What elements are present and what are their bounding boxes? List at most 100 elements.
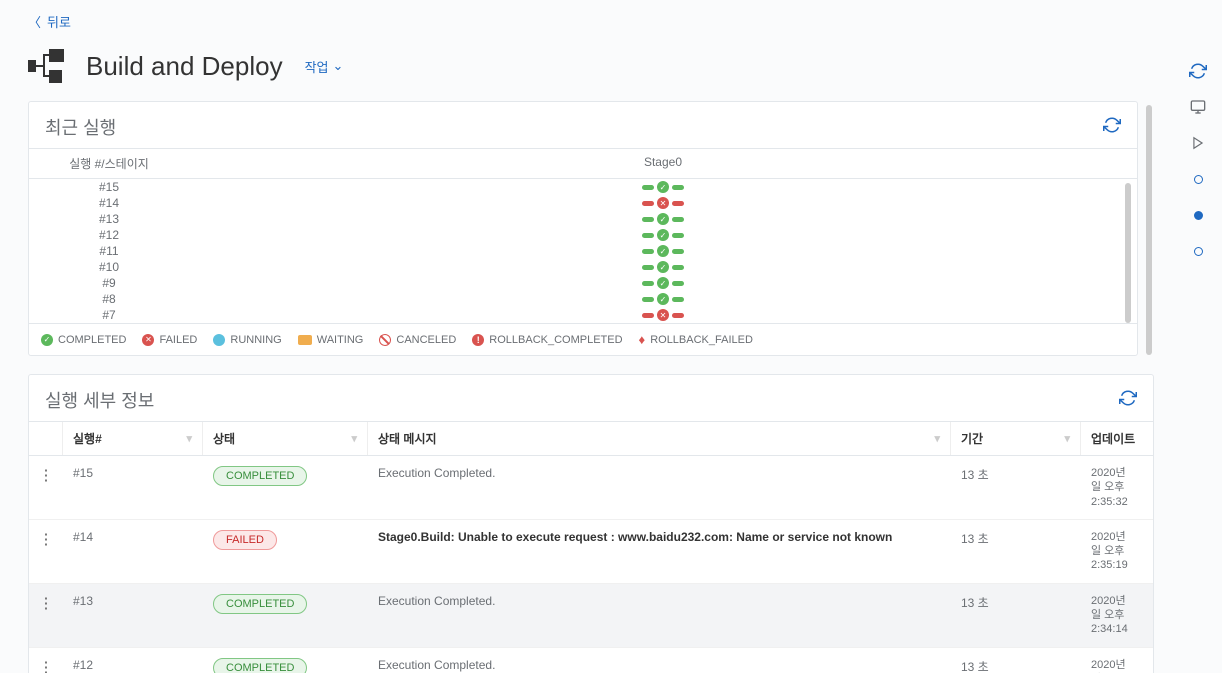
refresh-button-global[interactable] — [1189, 62, 1207, 80]
recent-exec-num: #13 — [29, 212, 189, 226]
rollback-completed-icon: ! — [472, 334, 484, 346]
row-status-message: Execution Completed. — [368, 648, 951, 673]
row-menu-button[interactable]: ⋮ — [29, 584, 63, 647]
filter-icon[interactable]: ▾ — [351, 432, 357, 445]
details-row[interactable]: ⋮#12 COMPLETED Execution Completed.13 초202… — [29, 648, 1153, 673]
status-badge: COMPLETED — [213, 466, 307, 486]
recent-exec-num: #7 — [29, 308, 189, 322]
row-exec-num: #15 — [63, 456, 203, 519]
stage-status-indicator: ✓ — [642, 261, 684, 273]
completed-icon: ✓ — [41, 334, 53, 346]
row-menu-button[interactable]: ⋮ — [29, 456, 63, 519]
page-header: Build and Deploy 작업 ⌄ — [28, 49, 1154, 83]
recent-row[interactable]: #12 ✓ — [29, 227, 1137, 243]
recent-row[interactable]: #7 ✕ — [29, 307, 1137, 323]
nav-dot-1[interactable] — [1189, 170, 1207, 188]
scrollbar-card1[interactable] — [1146, 105, 1152, 355]
recent-row[interactable]: #11 ✓ — [29, 243, 1137, 259]
actions-label: 작업 — [305, 57, 329, 76]
row-updated: 2020년일 오후2:35:32 — [1081, 456, 1153, 519]
back-label: 뒤로 — [47, 12, 71, 31]
recent-row[interactable]: #9 ✓ — [29, 275, 1137, 291]
failed-icon: ✕ — [142, 334, 154, 346]
details-row[interactable]: ⋮#14 FAILED Stage0.Build: Unable to execut… — [29, 520, 1153, 584]
header-exec[interactable]: 실행#▾ — [63, 422, 203, 455]
filter-icon[interactable]: ▾ — [186, 432, 192, 445]
header-upd[interactable]: 업데이트 — [1081, 422, 1153, 455]
scrollbar-recent[interactable] — [1125, 183, 1131, 323]
row-updated: 2020년일 오후2:34:14 — [1081, 584, 1153, 647]
recent-exec-num: #15 — [29, 180, 189, 194]
header-msg[interactable]: 상태 메시지▾ — [368, 422, 951, 455]
back-link[interactable]: 〈 뒤로 — [28, 12, 71, 31]
chevron-down-icon: ⌄ — [333, 58, 344, 74]
recent-table-header: 실행 #/스테이지 Stage0 — [29, 148, 1137, 179]
details-row[interactable]: ⋮#13 COMPLETED Execution Completed.13 초202… — [29, 584, 1153, 648]
details-row[interactable]: ⋮#15 COMPLETED Execution Completed.13 초202… — [29, 456, 1153, 520]
nav-dot-3[interactable] — [1189, 242, 1207, 260]
recent-row[interactable]: #13 ✓ — [29, 211, 1137, 227]
recent-exec-num: #10 — [29, 260, 189, 274]
row-updated: 2020년일 오후2:34:06 — [1081, 648, 1153, 673]
recent-title: 최근 실행 — [45, 114, 116, 140]
refresh-button-recent[interactable] — [1103, 116, 1121, 139]
row-menu-button[interactable]: ⋮ — [29, 648, 63, 673]
recent-exec-num: #14 — [29, 196, 189, 210]
recent-exec-num: #11 — [29, 244, 189, 258]
right-sidebar — [1174, 0, 1222, 673]
row-duration: 13 초 — [951, 584, 1081, 647]
row-duration: 13 초 — [951, 648, 1081, 673]
recent-col-stage: Stage0 — [189, 155, 1137, 172]
row-exec-num: #12 — [63, 648, 203, 673]
filter-icon[interactable]: ▾ — [934, 432, 940, 445]
stage-status-indicator: ✓ — [642, 229, 684, 241]
row-status-message: Execution Completed. — [368, 584, 951, 647]
recent-exec-num: #8 — [29, 292, 189, 306]
nav-dot-2[interactable] — [1189, 206, 1207, 224]
page-title: Build and Deploy — [86, 51, 283, 82]
rollback-failed-icon: ♦ — [639, 332, 646, 347]
status-badge: COMPLETED — [213, 658, 307, 673]
stage-status-indicator: ✓ — [642, 293, 684, 305]
stage-status-indicator: ✓ — [642, 277, 684, 289]
status-badge: COMPLETED — [213, 594, 307, 614]
row-exec-num: #13 — [63, 584, 203, 647]
recent-col-exec: 실행 #/스테이지 — [29, 155, 189, 172]
execution-details-card: 실행 세부 정보 실행#▾ 상태▾ 상태 메시지▾ 기간▾ 업데이트 ⋮#15C… — [28, 374, 1154, 673]
row-exec-num: #14 — [63, 520, 203, 583]
filter-icon[interactable]: ▾ — [1064, 432, 1070, 445]
running-icon — [213, 334, 225, 346]
row-status-message: Stage0.Build: Unable to execute request … — [368, 520, 951, 583]
recent-row[interactable]: #15 ✓ — [29, 179, 1137, 195]
row-updated: 2020년일 오후2:35:19 — [1081, 520, 1153, 583]
stage-status-indicator: ✓ — [642, 213, 684, 225]
recent-row[interactable]: #8 ✓ — [29, 291, 1137, 307]
actions-dropdown[interactable]: 작업 ⌄ — [305, 57, 344, 76]
monitor-icon[interactable] — [1189, 98, 1207, 116]
recent-row[interactable]: #14 ✕ — [29, 195, 1137, 211]
details-table-header: 실행#▾ 상태▾ 상태 메시지▾ 기간▾ 업데이트 — [29, 421, 1153, 456]
header-status[interactable]: 상태▾ — [203, 422, 368, 455]
row-status-message: Execution Completed. — [368, 456, 951, 519]
header-dur[interactable]: 기간▾ — [951, 422, 1081, 455]
canceled-icon — [379, 334, 391, 346]
stage-status-indicator: ✕ — [642, 197, 684, 209]
stage-status-indicator: ✕ — [642, 309, 684, 321]
recent-row[interactable]: #10 ✓ — [29, 259, 1137, 275]
status-badge: FAILED — [213, 530, 277, 550]
recent-executions-card: 최근 실행 실행 #/스테이지 Stage0 #15✓#14✕#13✓#12✓#… — [28, 101, 1138, 356]
recent-exec-num: #9 — [29, 276, 189, 290]
chevron-left-icon: 〈 — [28, 12, 41, 31]
refresh-button-details[interactable] — [1119, 389, 1137, 412]
row-duration: 13 초 — [951, 520, 1081, 583]
details-title: 실행 세부 정보 — [45, 387, 154, 413]
waiting-icon — [298, 335, 312, 345]
status-legend: ✓COMPLETED ✕FAILED RUNNING WAITING CANCE… — [29, 323, 1137, 355]
row-menu-button[interactable]: ⋮ — [29, 520, 63, 583]
play-icon[interactable] — [1189, 134, 1207, 152]
row-duration: 13 초 — [951, 456, 1081, 519]
pipeline-icon — [28, 49, 72, 83]
stage-status-indicator: ✓ — [642, 245, 684, 257]
recent-exec-num: #12 — [29, 228, 189, 242]
stage-status-indicator: ✓ — [642, 181, 684, 193]
